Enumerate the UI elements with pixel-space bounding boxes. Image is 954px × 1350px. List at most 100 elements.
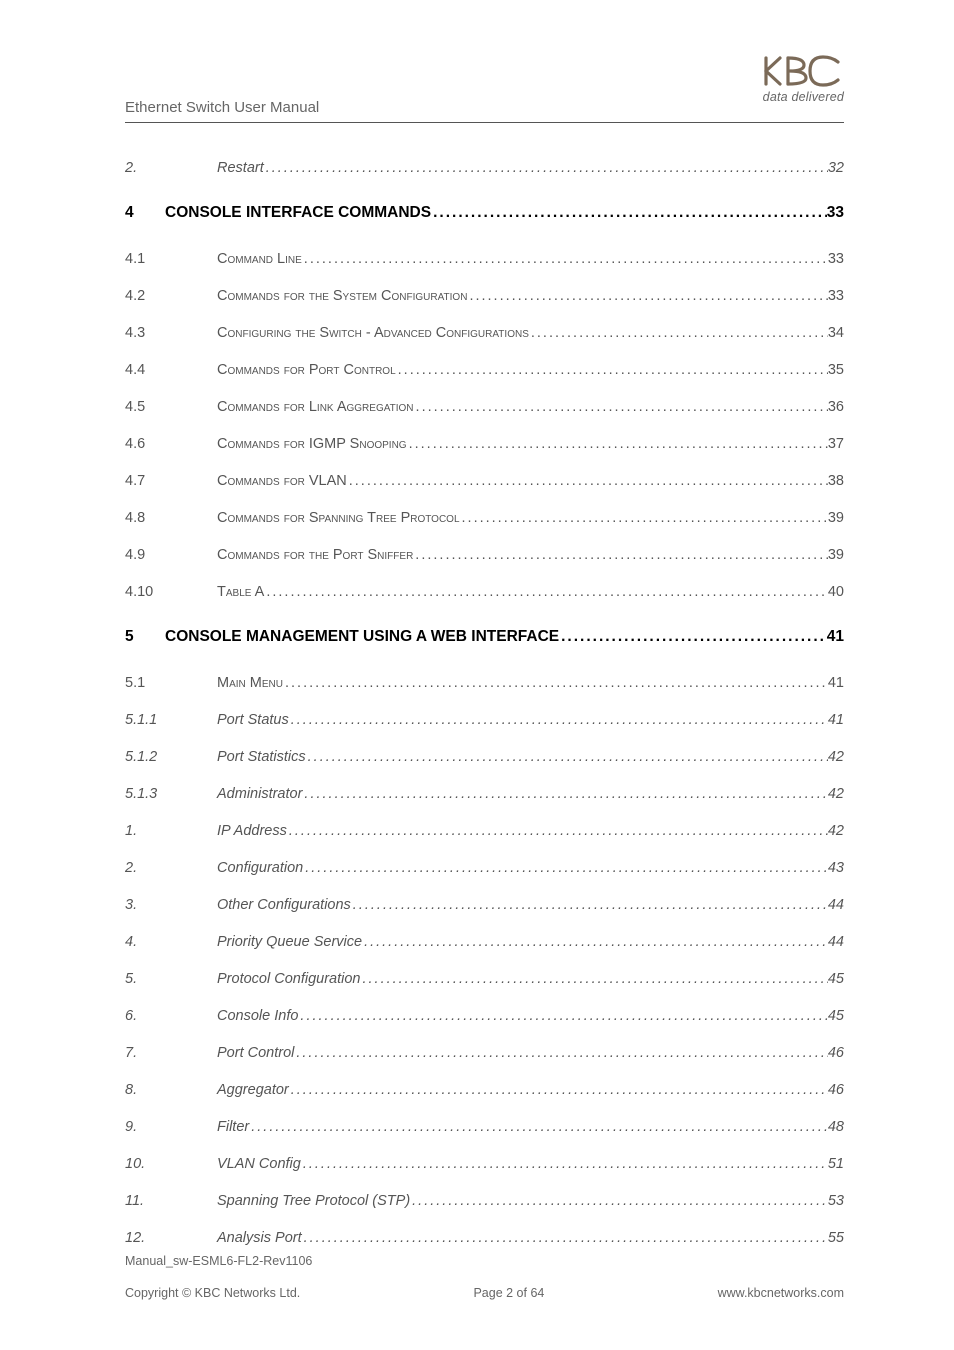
toc-entry-number: 2. bbox=[125, 160, 217, 176]
toc-entry-label: Table A bbox=[217, 584, 264, 600]
toc-leader-dots bbox=[347, 473, 828, 489]
footer-copyright: Copyright © KBC Networks Ltd. bbox=[125, 1286, 300, 1300]
toc-entry-label: Port Statistics bbox=[217, 749, 306, 765]
toc-entry-page: 37 bbox=[828, 436, 844, 452]
toc-entry-number: 4.5 bbox=[125, 399, 217, 415]
toc-entry-page: 36 bbox=[828, 399, 844, 415]
toc-entry-page: 53 bbox=[828, 1193, 844, 1209]
toc-leader-dots bbox=[289, 712, 828, 728]
toc-leader-dots bbox=[407, 436, 828, 452]
toc-entry-number: 3. bbox=[125, 897, 217, 913]
toc-entry-page: 55 bbox=[828, 1230, 844, 1246]
toc-entry-page: 42 bbox=[828, 823, 844, 839]
toc-entry-label: Configuration bbox=[217, 860, 303, 876]
toc-entry-page: 46 bbox=[828, 1082, 844, 1098]
toc-entry-page: 44 bbox=[828, 934, 844, 950]
toc-entry: 5CONSOLE MANAGEMENT USING A WEB INTERFAC… bbox=[125, 610, 844, 664]
toc-entry: 5.Protocol Configuration45 bbox=[125, 960, 844, 997]
toc-leader-dots bbox=[302, 1230, 828, 1246]
toc-entry-label: Command Line bbox=[217, 251, 302, 267]
toc-entry-page: 41 bbox=[828, 675, 844, 691]
logo-tagline: data delivered bbox=[760, 90, 844, 104]
toc-entry-number: 4.7 bbox=[125, 473, 217, 489]
toc-entry-page: 39 bbox=[828, 510, 844, 526]
toc-entry-label: Commands for VLAN bbox=[217, 473, 347, 489]
toc-entry-page: 44 bbox=[828, 897, 844, 913]
toc-entry-label: Commands for the Port Sniffer bbox=[217, 547, 413, 563]
toc-leader-dots bbox=[249, 1119, 828, 1135]
toc-entry-number: 5 bbox=[125, 628, 165, 646]
toc-leader-dots bbox=[303, 860, 828, 876]
toc-entry-number: 4.3 bbox=[125, 325, 217, 341]
toc-entry: 4.5Commands for Link Aggregation 36 bbox=[125, 388, 844, 425]
toc-entry-number: 11. bbox=[125, 1193, 217, 1209]
toc-entry-number: 4. bbox=[125, 934, 217, 950]
toc-leader-dots bbox=[431, 204, 827, 222]
toc-entry-page: 40 bbox=[828, 584, 844, 600]
toc-leader-dots bbox=[289, 1082, 828, 1098]
toc-entry-page: 42 bbox=[828, 749, 844, 765]
toc-entry: 4.8Commands for Spanning Tree Protocol39 bbox=[125, 499, 844, 536]
toc-entry-label: Other Configurations bbox=[217, 897, 351, 913]
footer-revision: Manual_sw-ESML6-FL2-Rev1106 bbox=[125, 1254, 844, 1268]
toc-leader-dots bbox=[414, 399, 828, 415]
toc-entry-page: 45 bbox=[828, 1008, 844, 1024]
toc-leader-dots bbox=[301, 1156, 828, 1172]
page-header: Ethernet Switch User Manual data deliver… bbox=[125, 60, 844, 120]
toc-entry: 4.10Table A40 bbox=[125, 573, 844, 610]
toc-leader-dots bbox=[298, 1008, 827, 1024]
toc-leader-dots bbox=[351, 897, 828, 913]
toc-entry-number: 4 bbox=[125, 204, 165, 222]
toc-entry-label: Restart bbox=[217, 160, 264, 176]
toc-entry-number: 6. bbox=[125, 1008, 217, 1024]
toc-entry-label: Console Info bbox=[217, 1008, 298, 1024]
toc-entry-page: 38 bbox=[828, 473, 844, 489]
toc-entry: 4.1Command Line33 bbox=[125, 240, 844, 277]
toc-entry-label: Priority Queue Service bbox=[217, 934, 362, 950]
toc-entry-number: 9. bbox=[125, 1119, 217, 1135]
toc-entry-label: Analysis Port bbox=[217, 1230, 302, 1246]
toc-entry: 7.Port Control46 bbox=[125, 1034, 844, 1071]
toc-entry-label: Commands for Link Aggregation bbox=[217, 399, 414, 415]
toc-entry-label: Administrator bbox=[217, 786, 302, 802]
toc-entry-label: CONSOLE MANAGEMENT USING A WEB INTERFACE bbox=[165, 628, 559, 646]
toc-leader-dots bbox=[410, 1193, 828, 1209]
toc-leader-dots bbox=[287, 823, 828, 839]
toc-entry-label: Configuring the Switch - Advanced Config… bbox=[217, 325, 529, 341]
toc-entry-number: 8. bbox=[125, 1082, 217, 1098]
toc-entry-page: 34 bbox=[828, 325, 844, 341]
toc-entry-page: 43 bbox=[828, 860, 844, 876]
toc-entry: 5.1Main Menu41 bbox=[125, 664, 844, 701]
toc-entry: 2.Restart 32 bbox=[125, 149, 844, 186]
toc-entry-number: 5.1.1 bbox=[125, 712, 217, 728]
toc-leader-dots bbox=[283, 675, 828, 691]
toc-entry-number: 4.1 bbox=[125, 251, 217, 267]
toc-entry-page: 48 bbox=[828, 1119, 844, 1135]
table-of-contents: 2.Restart324CONSOLE INTERFACE COMMANDS33… bbox=[125, 149, 844, 1256]
toc-entry: 4.3Configuring the Switch - Advanced Con… bbox=[125, 314, 844, 351]
toc-leader-dots bbox=[264, 160, 828, 176]
toc-entry: 12.Analysis Port 55 bbox=[125, 1219, 844, 1256]
toc-entry: 6.Console Info 45 bbox=[125, 997, 844, 1034]
toc-entry-number: 5. bbox=[125, 971, 217, 987]
toc-entry-label: Aggregator bbox=[217, 1082, 289, 1098]
toc-leader-dots bbox=[306, 749, 828, 765]
toc-leader-dots bbox=[362, 934, 828, 950]
toc-entry-page: 32 bbox=[828, 160, 844, 176]
toc-leader-dots bbox=[467, 288, 827, 304]
footer-url: www.kbcnetworks.com bbox=[718, 1286, 844, 1300]
toc-leader-dots bbox=[413, 547, 828, 563]
toc-entry-label: Filter bbox=[217, 1119, 249, 1135]
toc-entry: 5.1.2Port Statistics 42 bbox=[125, 738, 844, 775]
toc-entry-number: 5.1.2 bbox=[125, 749, 217, 765]
toc-entry-number: 10. bbox=[125, 1156, 217, 1172]
document-title: Ethernet Switch User Manual bbox=[125, 99, 319, 116]
toc-entry-number: 12. bbox=[125, 1230, 217, 1246]
toc-entry: 11.Spanning Tree Protocol (STP)53 bbox=[125, 1182, 844, 1219]
toc-leader-dots bbox=[302, 251, 828, 267]
toc-entry: 4.9Commands for the Port Sniffer39 bbox=[125, 536, 844, 573]
toc-entry: 4.7Commands for VLAN 38 bbox=[125, 462, 844, 499]
toc-entry: 4.6Commands for IGMP Snooping37 bbox=[125, 425, 844, 462]
toc-entry-number: 4.2 bbox=[125, 288, 217, 304]
toc-entry-number: 4.6 bbox=[125, 436, 217, 452]
